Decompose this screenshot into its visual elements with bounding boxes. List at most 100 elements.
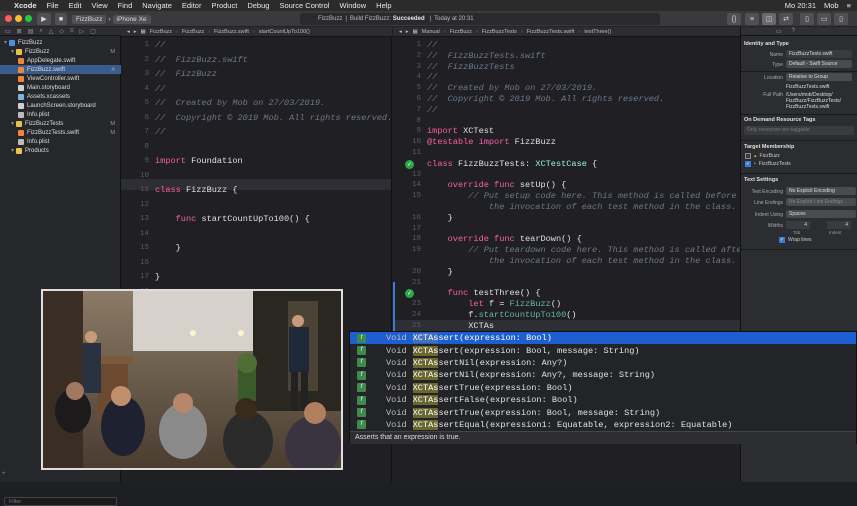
completion-item[interactable]: f Void XCTAs sertEqual(expression1: Equatab… [350, 419, 856, 431]
disclosure-icon[interactable]: ▾ [11, 48, 14, 55]
encoding-popup[interactable]: No Explicit Encoding [786, 187, 856, 195]
code-line[interactable]: // Put setup code here. This method is c… [427, 191, 736, 201]
jump-nav-icon[interactable]: ◂ [399, 29, 402, 35]
stop-button[interactable]: ■ [55, 13, 67, 25]
standard-editor-button[interactable]: ≡ [745, 13, 759, 25]
file-tree-row[interactable]: ▾ FizzBuzzTests M [0, 119, 121, 128]
file-tree-row[interactable]: ▾ Products [0, 146, 121, 155]
target-fizzbuzz[interactable]: ▴ FizzBuzz [745, 153, 780, 159]
debug-toggle-button[interactable]: ▭ [817, 13, 831, 25]
completion-item[interactable]: f Void XCTAs sertNil(expression: Any?, mess… [350, 369, 856, 381]
code-line[interactable]: // FizzBuzzTests [427, 62, 515, 72]
code-line[interactable]: } [155, 272, 160, 282]
code-line[interactable]: override func setUp() { [427, 180, 567, 190]
menu-item[interactable]: Editor [182, 1, 202, 10]
inspector-toggle-button[interactable]: ▯ [834, 13, 848, 25]
navigator-toggle-button[interactable]: ▯ [800, 13, 814, 25]
issue-icon[interactable]: △ [49, 28, 54, 35]
completion-item[interactable]: f Void XCTAs sertTrue(expression: Bool, mes… [350, 406, 856, 418]
disclosure-icon[interactable]: ▾ [11, 120, 14, 127]
code-line[interactable]: class FizzBuzz { [155, 185, 238, 195]
file-tree-row[interactable]: ▾ FizzBuzz [0, 38, 121, 47]
code-line[interactable]: the invocation of each test method in th… [427, 256, 737, 266]
menu-item[interactable]: File [47, 1, 59, 10]
menubar-clock[interactable]: Mo 20:31 [785, 1, 816, 10]
menu-item[interactable]: View [92, 1, 108, 10]
symbol-icon[interactable]: ▤ [28, 28, 34, 35]
test-passed-icon[interactable]: ✓ [405, 289, 414, 299]
report-icon[interactable]: ▢ [90, 28, 96, 35]
file-tree-row[interactable]: AppDelegate.swift [0, 56, 121, 65]
code-line[interactable]: class FizzBuzzTests: XCTestCase { [427, 159, 597, 169]
code-line[interactable]: func startCountUpTo100() { [155, 214, 310, 224]
menu-item[interactable]: Navigate [142, 1, 172, 10]
completion-item[interactable]: f Void XCTAs sert(expression: Bool) [350, 332, 856, 345]
code-line[interactable]: // FizzBuzzTests.swift [427, 51, 546, 61]
menu-item[interactable]: Edit [69, 1, 82, 10]
scheme-name[interactable]: FizzBuzz [72, 14, 107, 24]
code-line[interactable]: the invocation of each test method in th… [427, 202, 737, 212]
jump-bar-item[interactable]: FizzBuzzTests.swift [527, 29, 575, 35]
zoom-window-icon[interactable] [25, 15, 32, 22]
checkbox-checked[interactable]: ✓ [779, 237, 785, 243]
code-line[interactable]: func testThree() { [427, 288, 541, 298]
version-editor-button[interactable]: ⇄ [779, 13, 793, 25]
jump-bar-item[interactable]: FizzBuzz.swift [214, 29, 249, 35]
code-line[interactable]: let f = FizzBuzz() [427, 299, 561, 309]
file-inspector-icon[interactable]: ▭ [776, 28, 782, 35]
scheme-selector[interactable]: FizzBuzz › iPhone Xe [72, 13, 151, 25]
menu-item[interactable]: Product [211, 1, 237, 10]
code-line[interactable]: f.startCountUpTo100() [427, 310, 576, 320]
jump-bar-item[interactable]: Manual [422, 29, 440, 35]
code-line[interactable]: // [427, 40, 437, 50]
file-tree-row[interactable]: ▾ FizzBuzz M [0, 47, 121, 56]
add-file-icon[interactable]: + [2, 471, 6, 477]
completion-item[interactable]: f Void XCTAs sertFalse(expression: Bool) [350, 394, 856, 406]
code-line[interactable]: import Foundation [155, 156, 243, 166]
jump-nav-icon[interactable]: ▸ [134, 29, 137, 35]
assistant-editor-button[interactable]: ◫ [762, 13, 776, 25]
jump-bar-item[interactable]: startCountUpTo100() [259, 29, 310, 35]
jump-nav-icon[interactable]: ▸ [406, 29, 409, 35]
code-line[interactable] [155, 229, 196, 239]
tags-field[interactable]: Only resources are taggable [744, 126, 854, 135]
code-line[interactable]: // [427, 72, 437, 82]
menu-icon[interactable]: ≡ [847, 1, 851, 10]
jump-bar-item[interactable]: FizzBuzz [150, 29, 172, 35]
jump-bar-item[interactable]: FizzBuzzTests [482, 29, 517, 35]
jump-bar-item[interactable]: FizzBuzz [182, 29, 204, 35]
code-line[interactable]: // Created by Mob on 27/03/2019. [155, 98, 325, 108]
help-inspector-icon[interactable]: ? [792, 28, 795, 34]
jump-bar-item[interactable]: testThree() [584, 29, 611, 35]
code-line[interactable]: // FizzBuzz [155, 69, 217, 79]
jump-nav-icon[interactable]: ▦ [141, 29, 146, 35]
close-window-icon[interactable] [5, 15, 12, 22]
code-line[interactable]: @testable import FizzBuzz [427, 137, 556, 147]
file-tree-row[interactable]: Assets.xcassets [0, 92, 121, 101]
code-line[interactable]: } [155, 243, 181, 253]
file-tree-row[interactable]: ViewController.swift [0, 74, 121, 83]
test-passed-icon[interactable]: ✓ [405, 159, 414, 169]
completion-item[interactable]: f Void XCTAs sert(expression: Bool, message… [350, 344, 856, 356]
code-line[interactable]: } [427, 267, 453, 277]
run-button[interactable]: ▶ [37, 13, 51, 25]
code-line[interactable]: // [427, 105, 437, 115]
file-tree-row[interactable]: FizzBuzzTests.swift M [0, 128, 121, 137]
menu-item[interactable]: Window [339, 1, 366, 10]
device-name[interactable]: iPhone Xe [112, 14, 151, 24]
jump-nav-icon[interactable]: ◂ [127, 29, 130, 35]
disclosure-icon[interactable]: ▾ [11, 147, 14, 154]
code-line[interactable]: import XCTest [427, 126, 494, 136]
lineendings-popup[interactable]: No Explicit Line Endings [786, 198, 856, 206]
code-line[interactable]: override func tearDown() { [427, 234, 582, 244]
indent-popup[interactable]: Spaces [786, 210, 856, 218]
navigator-filter-input[interactable]: Filter [4, 497, 117, 506]
folder-icon[interactable]: ▭ [5, 28, 11, 35]
test-icon[interactable]: ◇ [59, 28, 64, 35]
code-line[interactable]: XCTAs [427, 321, 494, 331]
menu-item[interactable]: Source Control [279, 1, 329, 10]
location-popup[interactable]: Relative to Group [786, 73, 852, 81]
code-line[interactable]: // [155, 84, 165, 94]
file-tree-row[interactable]: Info.plist [0, 110, 121, 119]
breakpoint-icon[interactable]: ▷ [80, 28, 85, 35]
